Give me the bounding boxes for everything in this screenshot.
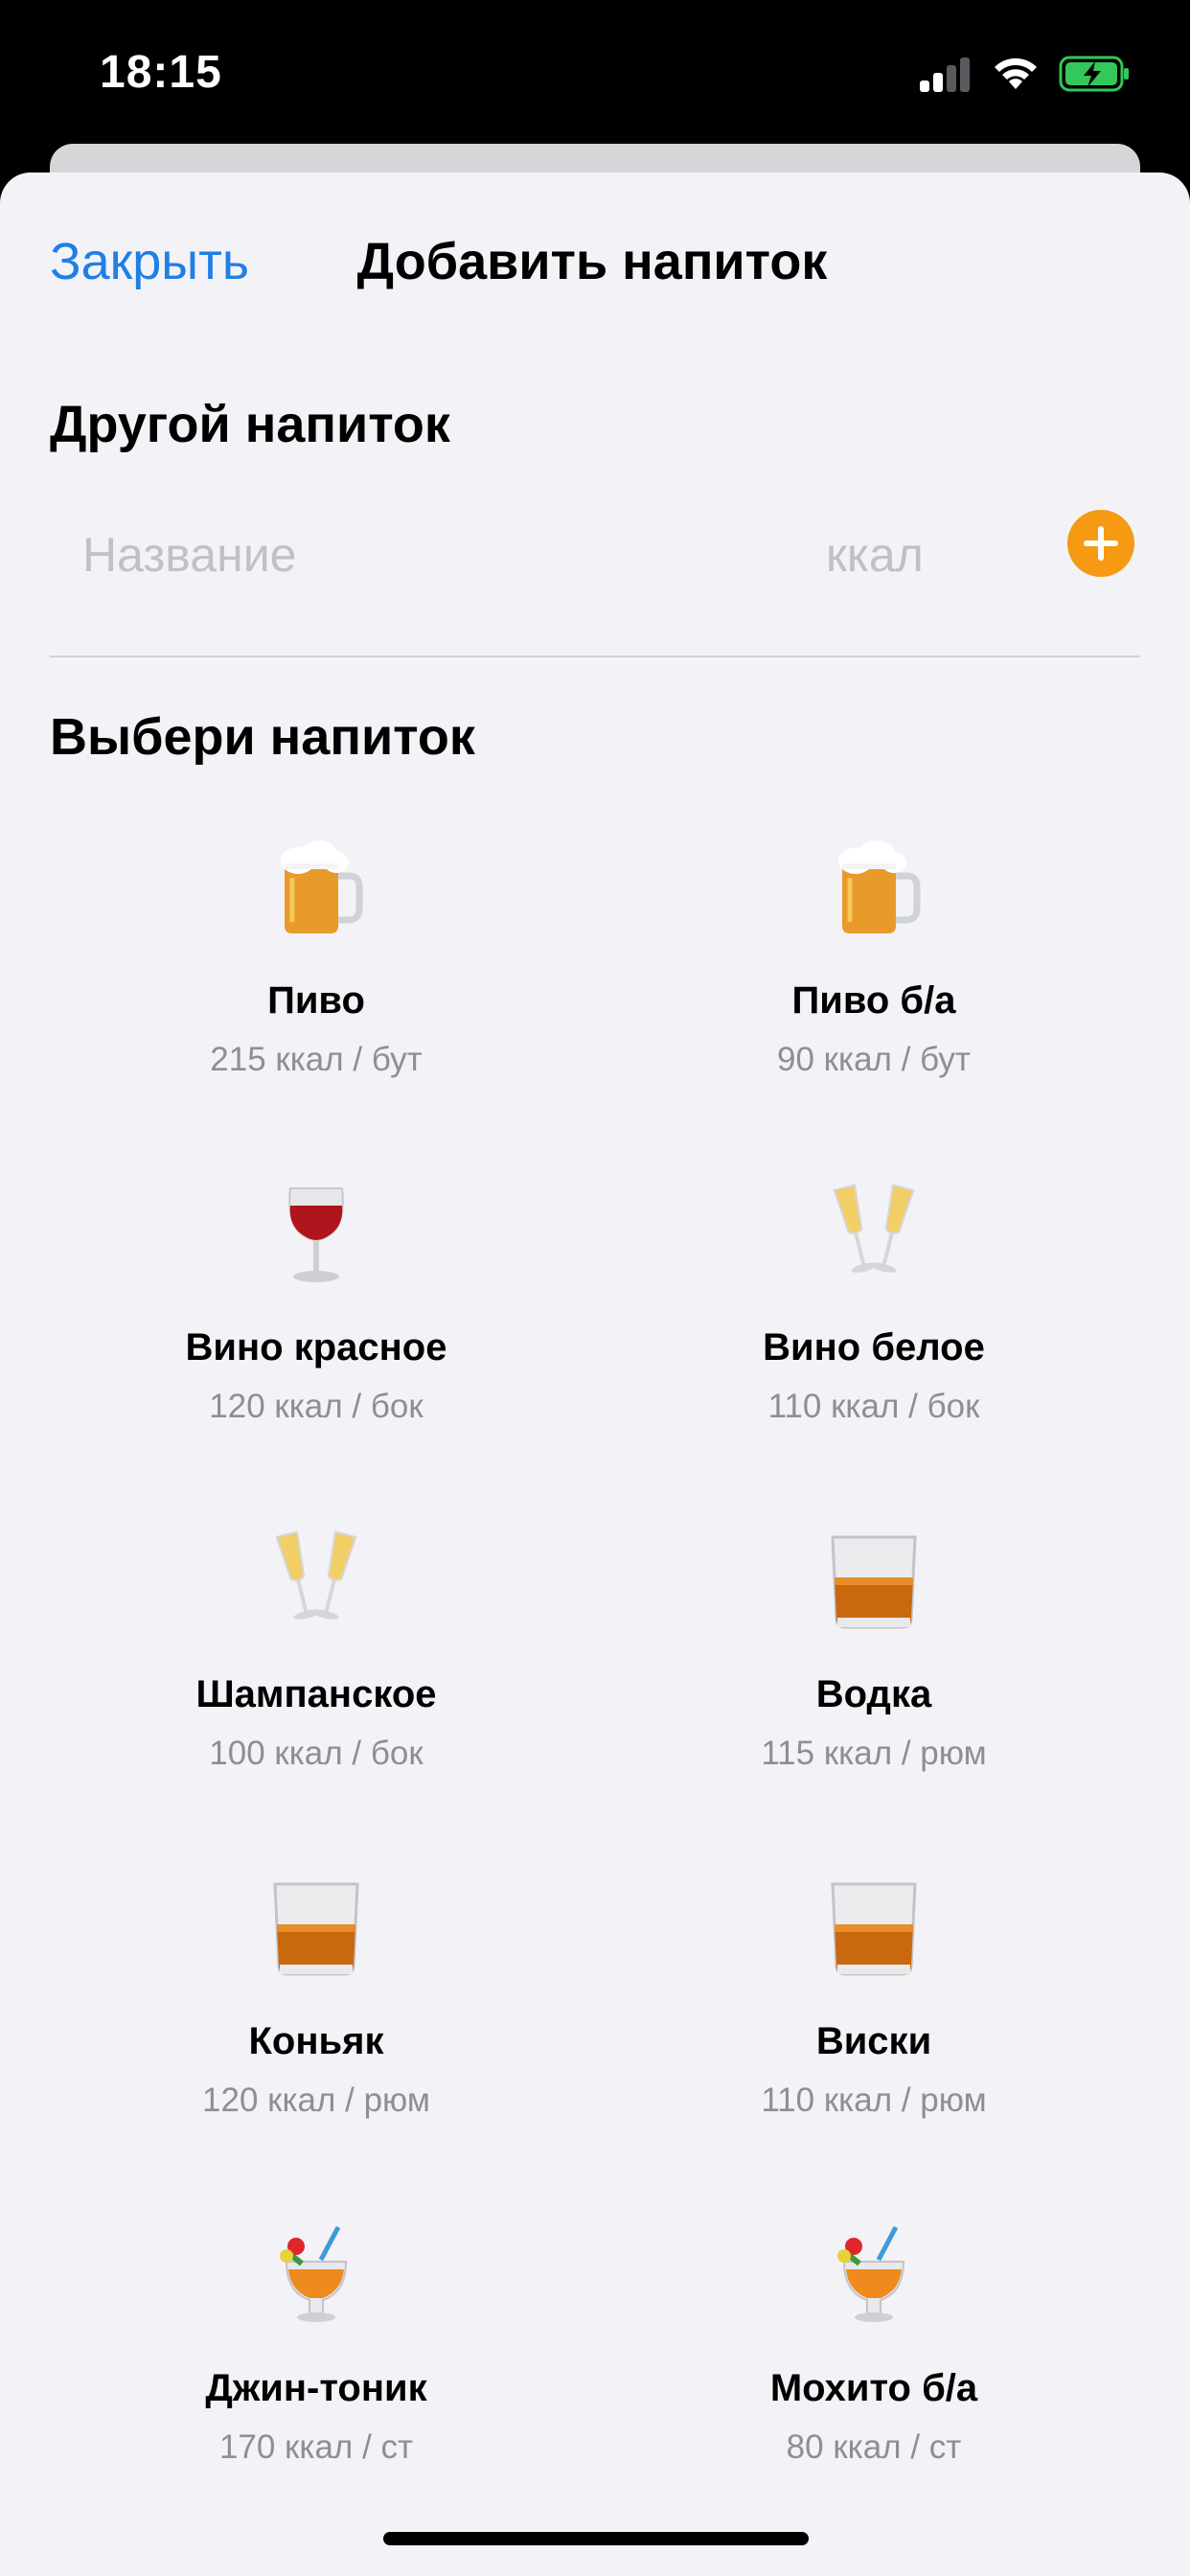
- divider: [50, 656, 1140, 657]
- drink-name: Виски: [815, 2020, 932, 2062]
- drink-kcal: 215 ккал / бут: [210, 1041, 423, 1078]
- drink-name: Шампанское: [195, 1673, 437, 1715]
- drink-kcal: 80 ккал / ст: [786, 2428, 962, 2466]
- wine-glass-icon: [48, 1181, 584, 1305]
- drink-name: Вино белое: [763, 1326, 985, 1368]
- drink-item[interactable]: Мохито б/а 80 ккал / ст: [606, 2221, 1142, 2528]
- drink-name: Пиво: [267, 979, 365, 1022]
- plus-circle-icon: [1084, 526, 1118, 561]
- drink-kcal: 110 ккал / бок: [767, 1388, 980, 1425]
- drink-item[interactable]: Пиво 215 ккал / бут: [48, 834, 584, 1140]
- drink-kcal: 115 ккал / рюм: [761, 1735, 987, 1772]
- cellular-signal-icon: [920, 54, 977, 92]
- drink-item[interactable]: Виски 110 ккал / рюм: [606, 1874, 1142, 2181]
- add-drink-button[interactable]: [1067, 510, 1134, 577]
- tropical-drink-icon: [606, 2221, 1142, 2346]
- custom-drink-section-title: Другой напиток: [50, 396, 450, 453]
- drink-name: Пиво б/а: [791, 979, 956, 1022]
- status-time: 18:15: [100, 47, 222, 98]
- drink-kcal: 170 ккал / ст: [218, 2428, 414, 2466]
- drink-item[interactable]: Вино красное 120 ккал / бок: [48, 1181, 584, 1487]
- beer-mug-icon: [48, 834, 584, 958]
- drink-kcal: 90 ккал / бут: [777, 1041, 971, 1078]
- drink-name: Водка: [815, 1673, 932, 1715]
- beer-mug-icon: [606, 834, 1142, 958]
- drink-item[interactable]: Вино белое 110 ккал / бок: [606, 1181, 1142, 1487]
- wifi-icon: [992, 53, 1040, 91]
- drink-item[interactable]: Джин-тоник 170 ккал / ст: [48, 2221, 584, 2528]
- drink-kcal: 120 ккал / рюм: [202, 2082, 430, 2119]
- drink-kcal: 100 ккал / бок: [209, 1735, 423, 1772]
- battery-charging-icon: [1059, 56, 1132, 92]
- drink-item[interactable]: Водка 115 ккал / рюм: [606, 1528, 1142, 1834]
- drink-name: Коньяк: [248, 2020, 384, 2062]
- tumbler-glass-icon: [606, 1528, 1142, 1652]
- status-bar: 18:15: [0, 0, 1190, 144]
- tumbler-glass-icon: [48, 1874, 584, 1999]
- drink-item[interactable]: Шампанское 100 ккал / бок: [48, 1528, 584, 1834]
- drink-kcal: 110 ккал / рюм: [761, 2082, 987, 2119]
- drink-kcal: 120 ккал / бок: [209, 1388, 423, 1425]
- drink-item[interactable]: Коньяк 120 ккал / рюм: [48, 1874, 584, 2181]
- clinking-glasses-icon: [606, 1181, 1142, 1305]
- drink-name: Джин-тоник: [205, 2367, 427, 2409]
- add-drink-sheet: Закрыть Добавить напиток Другой напиток …: [0, 172, 1190, 2576]
- home-indicator[interactable]: [383, 2532, 809, 2545]
- page-title-text: Добавить напиток: [356, 233, 828, 290]
- drink-name: Мохито б/а: [769, 2367, 978, 2409]
- drink-name: Вино красное: [185, 1326, 447, 1368]
- tumbler-glass-icon: [606, 1874, 1142, 1999]
- page-title: Добавить напиток: [0, 232, 1190, 291]
- tropical-drink-icon: [48, 2221, 584, 2346]
- choose-drink-section-title: Выбери напиток: [50, 708, 475, 766]
- drink-item[interactable]: Пиво б/а 90 ккал / бут: [606, 834, 1142, 1140]
- clinking-glasses-icon: [48, 1528, 584, 1652]
- drink-name-input[interactable]: [80, 516, 755, 594]
- drink-kcal-input[interactable]: [824, 516, 1019, 594]
